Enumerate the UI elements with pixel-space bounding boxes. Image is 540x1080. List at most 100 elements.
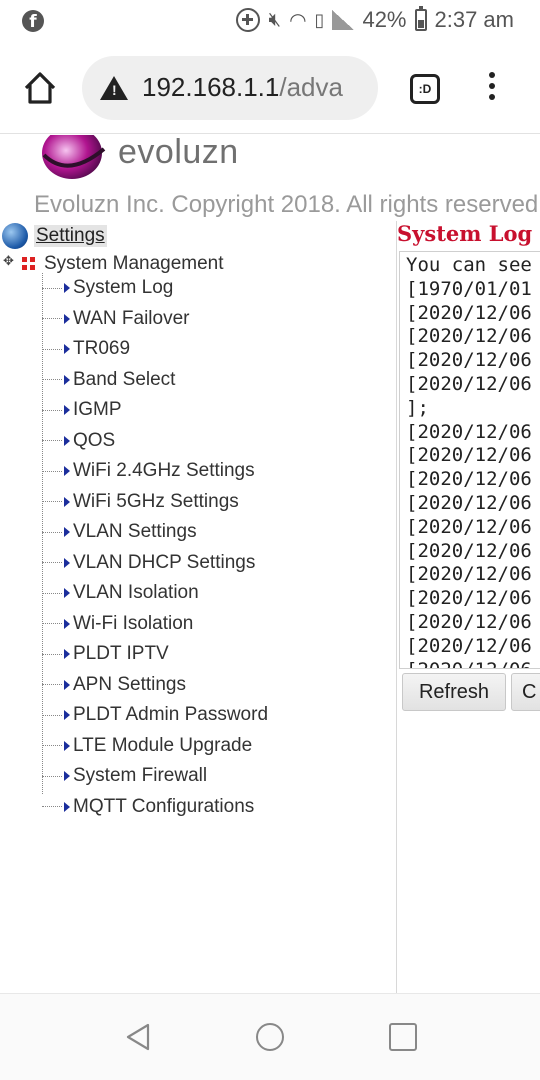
- sidebar-item-pldt-admin-password[interactable]: PLDT Admin Password: [42, 700, 268, 730]
- navigation-bar: [0, 993, 540, 1080]
- log-line: [2020/12/06: [406, 610, 532, 633]
- mute-icon: 🔇︎: [268, 8, 282, 31]
- sidebar-item-label[interactable]: IGMP: [73, 399, 122, 421]
- url-host: 192.168.1.1: [142, 72, 280, 102]
- log-line: [2020/12/06: [406, 515, 532, 538]
- arrow-icon: [64, 313, 70, 324]
- log-lines: You can see [1970/01/01 [2020/12/06 [2020/1…: [400, 252, 540, 668]
- facebook-icon: f: [22, 10, 44, 32]
- status-icons: 🔇︎ ◠ ▯ 42% 2:37 am: [236, 6, 514, 33]
- sidebar-item-vlan-isolation[interactable]: VLAN Isolation: [42, 578, 199, 608]
- not-secure-icon[interactable]: [100, 76, 128, 100]
- sidebar-item-tr069[interactable]: TR069: [42, 334, 130, 364]
- log-line: [2020/12/06: [406, 539, 532, 562]
- arrow-icon: [64, 801, 70, 812]
- sidebar-item-label[interactable]: MQTT Configurations: [73, 796, 254, 818]
- sidebar-item-vlan-dhcp[interactable]: VLAN DHCP Settings: [42, 548, 255, 578]
- battery-percent: 42%: [362, 7, 407, 32]
- arrow-icon: [64, 740, 70, 751]
- arrow-icon: [64, 618, 70, 629]
- settings-row[interactable]: Settings: [2, 223, 107, 249]
- recent-apps-icon[interactable]: [389, 1023, 417, 1051]
- log-line: You can see: [406, 254, 532, 276]
- browser-toolbar: 192.168.1.1/adva :D: [0, 44, 540, 134]
- sidebar-item-wifi-5ghz[interactable]: WiFi 5GHz Settings: [42, 487, 239, 517]
- sidebar-item-band-select[interactable]: Band Select: [42, 365, 175, 395]
- sidebar-item-label[interactable]: System Log: [73, 277, 173, 299]
- sidebar-item-label[interactable]: PLDT IPTV: [73, 643, 169, 665]
- arrow-icon: [64, 435, 70, 446]
- log-line: [2020/12/06: [406, 301, 532, 324]
- settings-link[interactable]: Settings: [34, 225, 107, 247]
- arrow-icon: [64, 679, 70, 690]
- url-path: /adva: [279, 72, 343, 102]
- sidebar-item-label[interactable]: VLAN DHCP Settings: [73, 552, 255, 574]
- sidebar-item-system-log[interactable]: System Log: [42, 273, 173, 303]
- sidebar-item-label[interactable]: QOS: [73, 430, 115, 452]
- arrow-icon: [64, 771, 70, 781]
- battery-icon: [414, 6, 427, 31]
- sidebar-item-wifi-isolation[interactable]: Wi-Fi Isolation: [42, 609, 193, 639]
- log-line: [2020/12/06: [406, 587, 532, 610]
- sidebar-item-mqtt-configurations[interactable]: MQTT Configurations: [42, 792, 254, 822]
- brand-name: evoluzn: [118, 135, 239, 171]
- copyright-text: Evoluzn Inc. Copyright 2018. All rights …: [34, 191, 540, 218]
- sidebar-item-label[interactable]: Band Select: [73, 369, 175, 391]
- sidebar-item-apn-settings[interactable]: APN Settings: [42, 670, 186, 700]
- sidebar-item-label[interactable]: WiFi 5GHz Settings: [73, 491, 239, 513]
- signal-icon: [332, 10, 355, 30]
- overflow-menu-icon[interactable]: [486, 72, 498, 106]
- sidebar-item-label[interactable]: VLAN Isolation: [73, 582, 199, 604]
- back-icon[interactable]: [124, 1022, 152, 1052]
- sidebar-item-label[interactable]: VLAN Settings: [73, 521, 197, 543]
- system-management-label: System Management: [44, 253, 224, 274]
- sidebar-item-pldt-iptv[interactable]: PLDT IPTV: [42, 639, 169, 669]
- sidebar-item-label[interactable]: LTE Module Upgrade: [73, 735, 252, 757]
- arrow-icon: [64, 405, 70, 415]
- sidebar-item-vlan-settings[interactable]: VLAN Settings: [42, 517, 197, 547]
- arrow-icon: [64, 557, 70, 568]
- expand-icon[interactable]: [3, 253, 16, 270]
- sidebar-item-label[interactable]: WAN Failover: [73, 308, 189, 330]
- sidebar-item-label[interactable]: PLDT Admin Password: [73, 704, 268, 726]
- home-button-icon[interactable]: [256, 1023, 284, 1051]
- main-content: System Log You can see [1970/01/01 [2020/1…: [397, 221, 540, 993]
- sidebar: Settings System Management System Log WA…: [0, 221, 397, 993]
- sidebar-item-qos[interactable]: QOS: [42, 426, 115, 456]
- status-bar: f 🔇︎ ◠ ▯ 42% 2:37 am: [0, 0, 540, 42]
- sidebar-item-label[interactable]: APN Settings: [73, 674, 186, 696]
- refresh-button[interactable]: Refresh: [402, 673, 506, 711]
- sidebar-item-lte-module-upgrade[interactable]: LTE Module Upgrade: [42, 731, 252, 761]
- system-log-textarea[interactable]: You can see [1970/01/01 [2020/12/06 [2020/1…: [399, 251, 540, 669]
- log-line: [2020/12/06: [406, 491, 532, 514]
- arrow-icon: [64, 527, 70, 537]
- sidebar-item-label[interactable]: WiFi 2.4GHz Settings: [73, 460, 255, 482]
- sidebar-item-label[interactable]: System Firewall: [73, 765, 207, 787]
- sidebar-item-label[interactable]: Wi-Fi Isolation: [73, 613, 193, 635]
- system-management-node[interactable]: System Management: [3, 253, 224, 275]
- log-line: ];: [406, 396, 429, 419]
- data-saver-icon: [236, 8, 261, 32]
- sidebar-item-wan-failover[interactable]: WAN Failover: [42, 304, 189, 334]
- home-icon[interactable]: [20, 68, 60, 108]
- address-bar[interactable]: 192.168.1.1/adva: [82, 56, 378, 120]
- folder-icon: [22, 257, 36, 271]
- log-line: [2020/12/06: [406, 349, 532, 372]
- log-line: [2020/12/06: [406, 444, 532, 467]
- web-page: evoluzn Evoluzn Inc. Copyright 2018. All…: [0, 135, 540, 993]
- arrow-icon: [64, 710, 70, 720]
- arrow-icon: [64, 283, 70, 293]
- wifi-icon: ◠: [289, 9, 307, 32]
- sidebar-item-igmp[interactable]: IGMP: [42, 395, 122, 425]
- arrow-icon: [64, 466, 70, 476]
- log-line: [2020/12/06: [406, 325, 532, 348]
- log-line: [1970/01/01: [406, 277, 532, 300]
- sidebar-item-wifi-24ghz[interactable]: WiFi 2.4GHz Settings: [42, 456, 255, 486]
- tab-switcher-button[interactable]: :D: [410, 74, 440, 104]
- no-sim-icon: ▯: [314, 9, 325, 30]
- clear-button[interactable]: C: [511, 673, 540, 711]
- url-text[interactable]: 192.168.1.1/adva: [142, 72, 343, 103]
- page-title: System Log: [397, 221, 533, 246]
- sidebar-item-label[interactable]: TR069: [73, 338, 130, 360]
- sidebar-item-system-firewall[interactable]: System Firewall: [42, 761, 207, 791]
